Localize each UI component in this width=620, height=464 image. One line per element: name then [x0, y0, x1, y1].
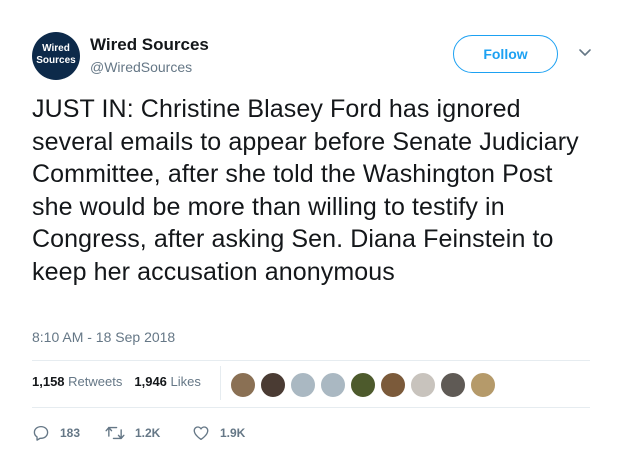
tweet-header: Wired Sources Wired Sources @WiredSource… [32, 32, 602, 82]
divider [32, 360, 590, 361]
liker-avatar-8[interactable] [440, 372, 466, 398]
user-names[interactable]: Wired Sources @WiredSources [90, 34, 209, 77]
liker-avatar-9[interactable] [470, 372, 496, 398]
chevron-down-icon[interactable] [576, 44, 594, 62]
tweet-actions: 183 1.2K 1.9K [32, 424, 332, 444]
follow-button[interactable]: Follow [453, 35, 558, 73]
reply-count: 183 [60, 426, 81, 440]
user-handle[interactable]: @WiredSources [90, 57, 209, 77]
reply-icon [33, 425, 49, 441]
retweet-icon [105, 426, 125, 440]
display-name[interactable]: Wired Sources [90, 34, 209, 56]
retweet-count: 1.2K [135, 426, 161, 440]
tweet-timestamp[interactable]: 8:10 AM - 18 Sep 2018 [32, 329, 175, 345]
liker-avatar-7[interactable] [410, 372, 436, 398]
likes-label: Likes [170, 374, 201, 389]
likes-count: 1,946 [134, 374, 167, 389]
retweet-button[interactable]: 1.2K [105, 424, 160, 442]
liker-avatar-3[interactable] [290, 372, 316, 398]
stats-separator [220, 366, 221, 400]
like-button[interactable]: 1.9K [192, 424, 245, 442]
liker-avatar-1[interactable] [230, 372, 256, 398]
liker-avatar-4[interactable] [320, 372, 346, 398]
likes-stat[interactable]: 1,946 Likes [134, 374, 201, 389]
liker-avatar-5[interactable] [350, 372, 376, 398]
avatar-text-line1: Wired [42, 43, 70, 54]
avatar-text-line2: Sources [36, 55, 76, 66]
liker-avatar-2[interactable] [260, 372, 286, 398]
retweets-stat[interactable]: 1,158 Retweets [32, 374, 122, 389]
tweet-stats: 1,158 Retweets 1,946 Likes [32, 374, 213, 389]
heart-icon [193, 426, 209, 441]
divider [32, 407, 590, 408]
retweets-count: 1,158 [32, 374, 65, 389]
like-count: 1.9K [220, 426, 246, 440]
avatar[interactable]: Wired Sources [32, 32, 80, 80]
reply-button[interactable]: 183 [32, 424, 80, 442]
tweet-text: JUST IN: Christine Blasey Ford has ignor… [32, 95, 579, 286]
retweets-label: Retweets [68, 374, 123, 389]
liker-avatar-6[interactable] [380, 372, 406, 398]
